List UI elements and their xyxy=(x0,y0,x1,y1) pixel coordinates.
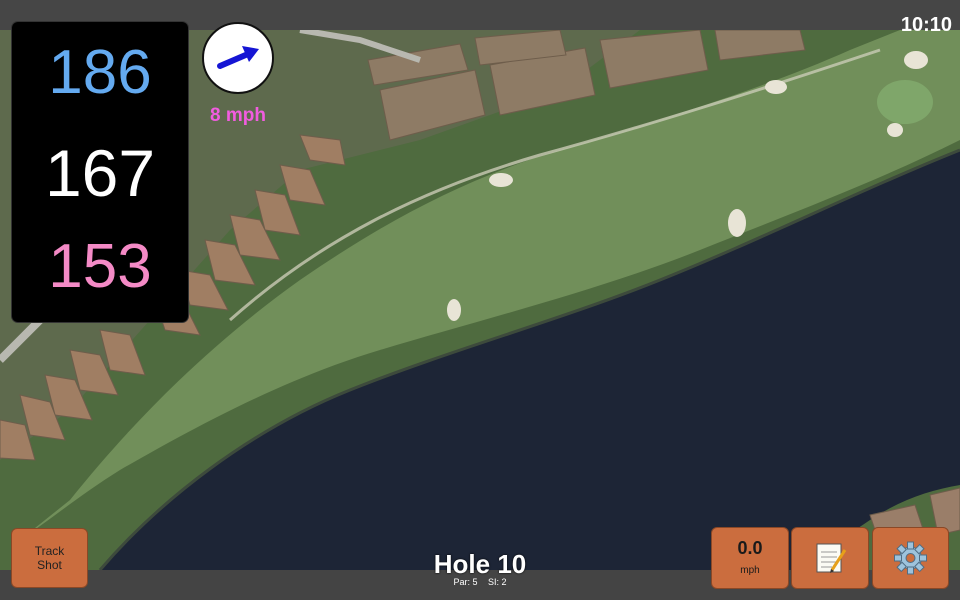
par-label: Par: 5 xyxy=(453,577,478,587)
notes-button[interactable] xyxy=(792,528,868,588)
distance-front: 153 xyxy=(48,232,152,301)
gear-icon xyxy=(894,541,927,575)
stroke-index-label: SI: 2 xyxy=(488,577,507,587)
track-shot-button[interactable]: Track Shot xyxy=(12,529,87,587)
speed-value: 0.0 xyxy=(737,538,763,558)
speed-button[interactable]: 0.0 mph xyxy=(712,528,788,588)
hole-title: Hole 10 xyxy=(433,549,527,579)
wind-indicator[interactable] xyxy=(202,22,274,94)
clock: 10:10 xyxy=(900,14,952,36)
hole-info: Par: 5 SI: 2 xyxy=(380,577,580,587)
distance-panel: 186 167 153 xyxy=(12,22,188,322)
wind-arrow-icon xyxy=(217,46,259,69)
distance-middle: 167 xyxy=(44,136,156,210)
settings-button[interactable] xyxy=(873,528,948,588)
distance-back: 186 xyxy=(48,38,152,107)
notepad-icon xyxy=(816,543,847,573)
track-shot-label: Track Shot xyxy=(34,544,65,572)
speed-unit: mph xyxy=(740,565,760,576)
wind-speed-label: 8 mph xyxy=(210,105,266,126)
